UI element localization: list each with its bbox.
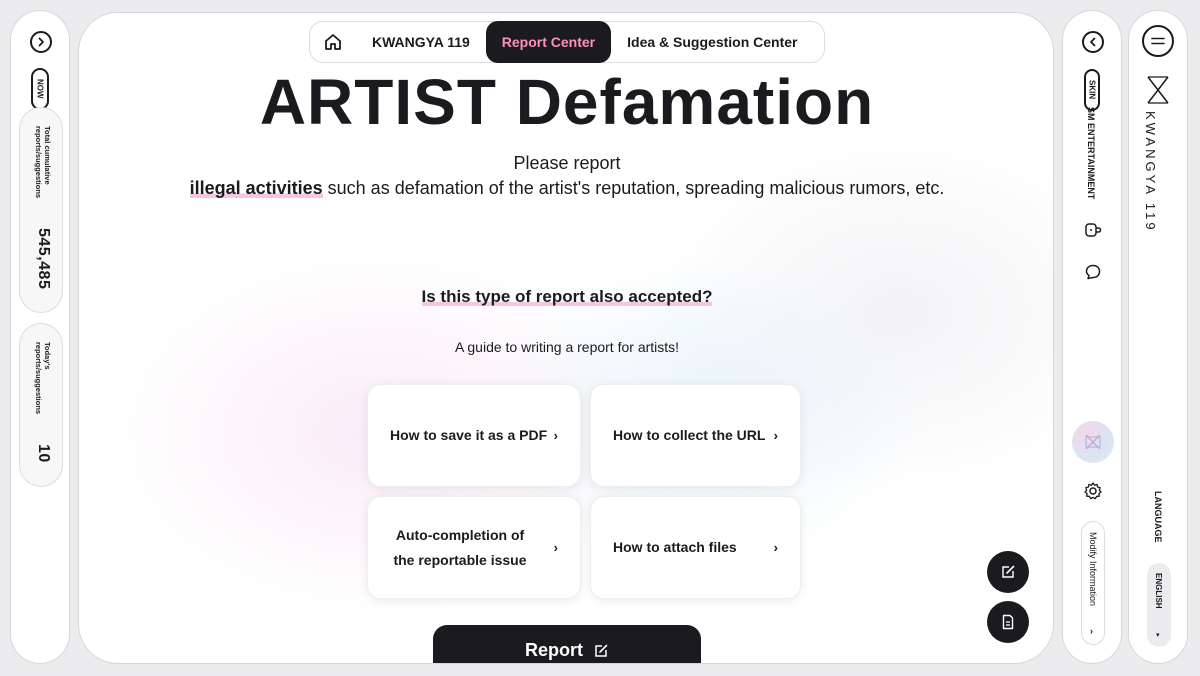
card-label: How to save it as a PDF <box>390 427 548 443</box>
card-label: How to attach files <box>613 539 737 555</box>
left-sidebar: NOW Total cumulative reports/suggestions… <box>10 10 70 664</box>
avatar[interactable] <box>1072 421 1114 463</box>
chevron-right-icon <box>38 37 44 47</box>
chevron-right-icon: › <box>553 540 558 555</box>
brand-wordmark: KWANGYA 119 <box>1143 111 1158 233</box>
tab-idea-suggestion-center[interactable]: Idea & Suggestion Center <box>611 21 813 63</box>
today-stat-label: Today's reports/suggestions <box>34 342 52 415</box>
top-nav: KWANGYA 119 Report Center Idea & Suggest… <box>309 21 825 63</box>
menu-button[interactable] <box>1142 25 1174 57</box>
company-label: SM ENTERTAINMENT <box>1086 107 1096 200</box>
kwangya-logo-icon <box>1085 434 1101 450</box>
expand-button[interactable] <box>30 31 52 53</box>
cup-icon <box>1085 223 1102 237</box>
now-label: NOW <box>35 79 45 99</box>
edit-icon <box>595 644 608 657</box>
home-icon <box>325 34 341 50</box>
language-label: LANGUAGE <box>1153 491 1163 543</box>
chevron-down-icon: ▾ <box>1156 632 1160 639</box>
menu-icon <box>1151 37 1165 45</box>
language-value: ENGLISH <box>1154 573 1163 609</box>
subtitle-line1: Please report <box>513 153 621 173</box>
right-sidebar: SKIN SM ENTERTAINMENT Modify Information… <box>1062 10 1122 664</box>
document-fab[interactable] <box>987 601 1029 643</box>
page-title: ARTIST Defamation <box>259 66 875 138</box>
question-heading: Is this type of report also accepted? <box>79 287 1053 307</box>
settings-button[interactable] <box>1081 479 1105 503</box>
document-icon <box>1002 614 1014 630</box>
total-stat-label: Total cumulative reports/suggestions <box>34 126 52 199</box>
chevron-right-icon: › <box>773 540 778 555</box>
card-auto-completion[interactable]: Auto-completion of the reportable issue … <box>367 496 581 599</box>
subtitle-rest: such as defamation of the artist's reput… <box>322 178 945 198</box>
cup-button[interactable] <box>1082 219 1104 241</box>
subtitle-line2: illegal activities such as defamation of… <box>79 178 1053 199</box>
home-button[interactable] <box>310 21 356 63</box>
tab-kwangya-119[interactable]: KWANGYA 119 <box>356 21 486 63</box>
skin-badge[interactable]: SKIN <box>1084 69 1100 111</box>
report-button[interactable]: Report <box>433 625 701 663</box>
card-collect-url[interactable]: How to collect the URL › <box>590 384 801 487</box>
question-text: Is this type of report also accepted? <box>421 287 713 306</box>
write-report-fab[interactable] <box>987 551 1029 593</box>
now-badge: NOW <box>31 68 49 110</box>
modify-information-button[interactable]: Modify Information › <box>1081 521 1105 645</box>
card-attach-files[interactable]: How to attach files › <box>590 496 801 599</box>
skin-label: SKIN <box>1087 80 1097 100</box>
total-stat-value: 545,485 <box>35 228 52 290</box>
today-stat-value: 10 <box>35 444 52 463</box>
kwangya-logo[interactable] <box>1145 73 1171 107</box>
chat-button[interactable] <box>1082 261 1104 283</box>
modify-information-label: Modify Information <box>1088 532 1098 607</box>
total-stat-card: Total cumulative reports/suggestions 545… <box>19 107 63 313</box>
chevron-right-icon: › <box>1090 626 1093 636</box>
card-save-pdf[interactable]: How to save it as a PDF › <box>367 384 581 487</box>
pencil-icon <box>1002 565 1015 578</box>
chevron-left-icon <box>1090 37 1096 47</box>
brand-sidebar: KWANGYA 119 LANGUAGE ENGLISH ▾ <box>1128 10 1188 664</box>
subtitle-highlight: illegal activities <box>189 178 323 198</box>
main-content: KWANGYA 119 Report Center Idea & Suggest… <box>78 12 1054 664</box>
card-label: How to collect the URL <box>613 427 766 443</box>
chat-bubble-icon <box>1085 264 1101 280</box>
gear-icon <box>1084 482 1102 500</box>
guide-text: A guide to writing a report for artists! <box>454 339 680 355</box>
chevron-right-icon: › <box>553 428 558 443</box>
collapse-button[interactable] <box>1082 31 1104 53</box>
card-label: Auto-completion of the reportable issue <box>393 526 527 568</box>
chevron-right-icon: › <box>773 428 778 443</box>
today-stat-card: Today's reports/suggestions 10 <box>19 323 63 487</box>
tab-report-center[interactable]: Report Center <box>485 21 612 63</box>
language-select[interactable]: ENGLISH ▾ <box>1147 563 1171 647</box>
kwangya-logo-icon <box>1147 76 1169 104</box>
report-button-label: Report <box>525 640 583 660</box>
